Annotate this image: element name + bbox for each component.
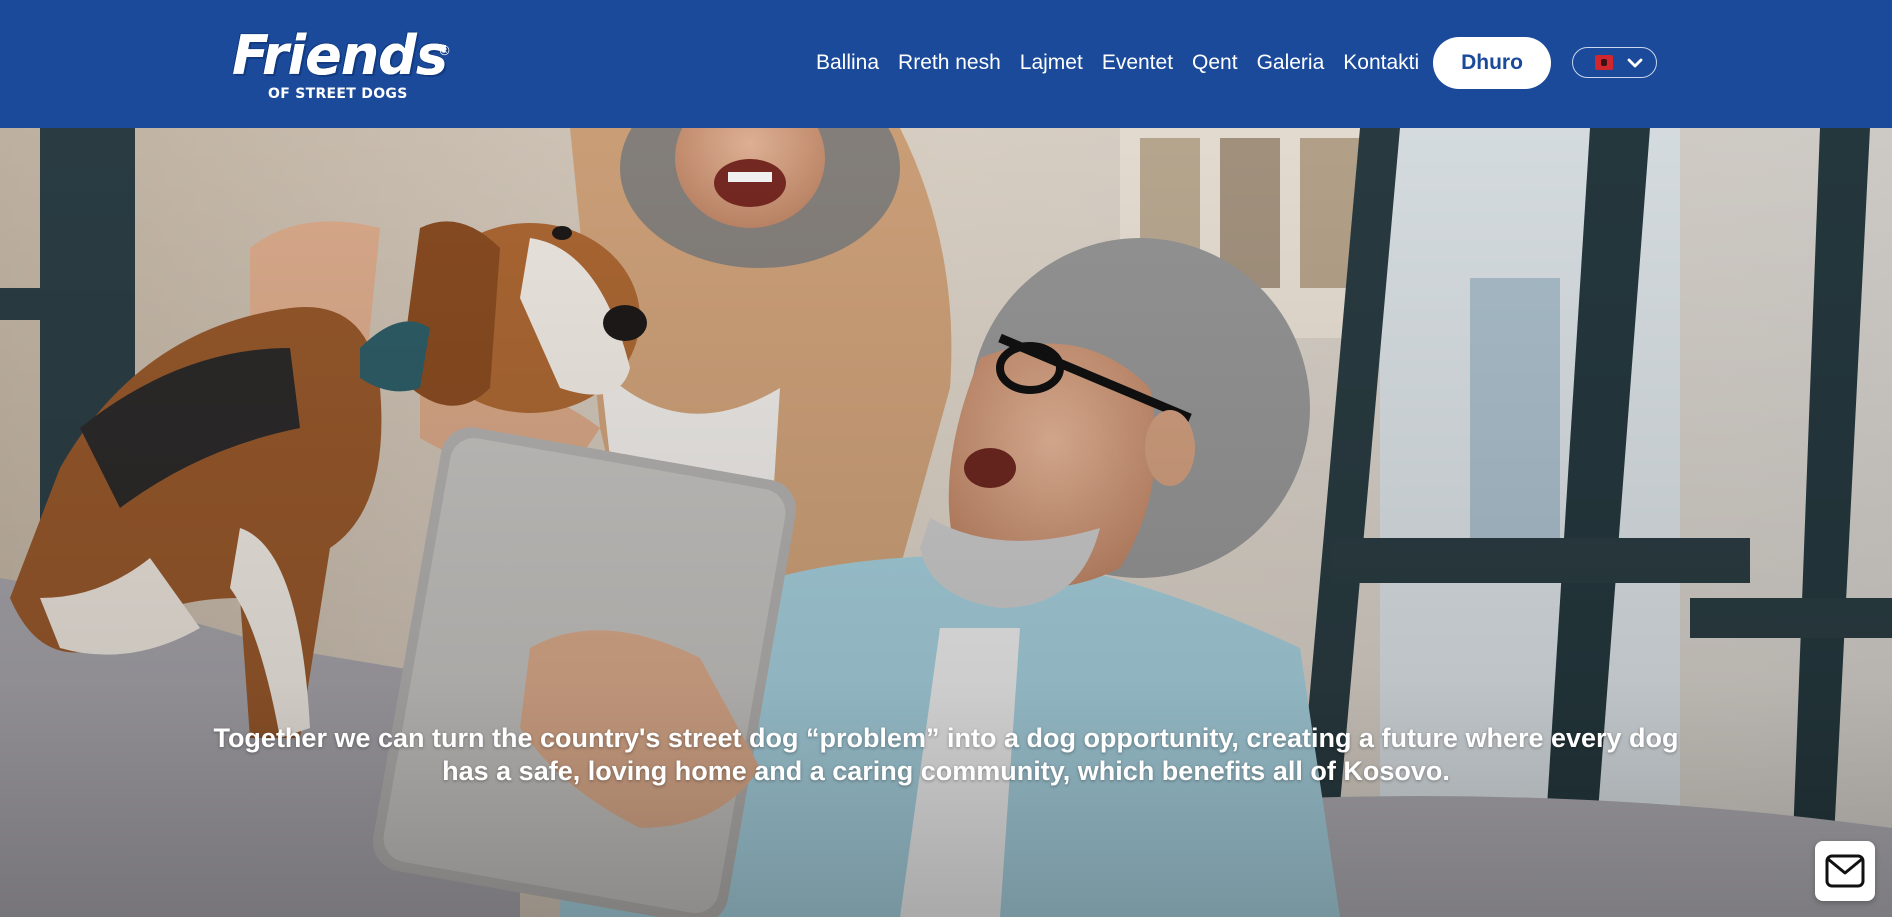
logo-registered-mark: ® <box>438 44 451 59</box>
donate-button[interactable]: Dhuro <box>1433 37 1551 89</box>
nav-item-eventet[interactable]: Eventet <box>1102 50 1173 76</box>
nav-item-lajmet[interactable]: Lajmet <box>1020 50 1083 76</box>
hero-photo <box>0 128 1892 917</box>
nav-item-kontakti[interactable]: Kontakti <box>1343 50 1419 76</box>
albanian-flag-icon <box>1595 55 1613 70</box>
hero-tagline: Together we can turn the country's stree… <box>213 723 1679 786</box>
nav-item-rreth-nesh[interactable]: Rreth nesh <box>898 50 1001 76</box>
contact-mail-button[interactable] <box>1815 841 1875 901</box>
nav-item-qent[interactable]: Qent <box>1192 50 1238 76</box>
nav-item-galeria[interactable]: Galeria <box>1257 50 1325 76</box>
logo-wordmark: Friends <box>232 24 448 87</box>
nav-item-ballina[interactable]: Ballina <box>816 50 879 76</box>
site-header: Friends ® OF STREET DOGS Ballina Rreth n… <box>0 0 1892 128</box>
envelope-icon <box>1825 854 1865 888</box>
language-selector[interactable] <box>1572 47 1657 78</box>
site-logo[interactable]: Friends ® OF STREET DOGS <box>232 24 451 104</box>
main-nav: Ballina Rreth nesh Lajmet Eventet Qent G… <box>816 50 1438 76</box>
chevron-down-icon <box>1627 58 1643 68</box>
hero-section: Together we can turn the country's stree… <box>0 128 1892 917</box>
logo-subtitle: OF STREET DOGS <box>268 86 408 102</box>
